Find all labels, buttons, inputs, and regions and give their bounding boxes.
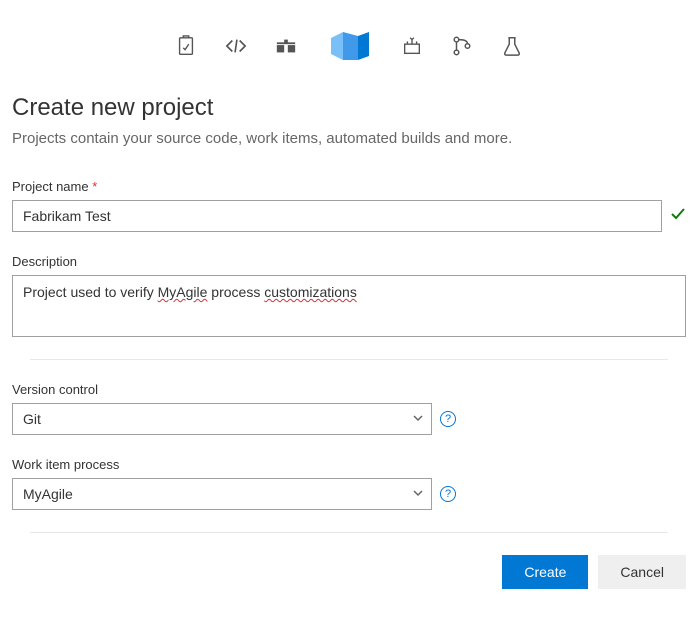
checkmark-icon [670, 206, 686, 227]
work-item-process-select[interactable] [12, 478, 432, 510]
project-name-label: Project name * [12, 179, 686, 194]
repos-icon[interactable] [451, 35, 473, 57]
description-label: Description [12, 254, 686, 269]
page-title: Create new project [12, 94, 686, 122]
divider [30, 532, 668, 533]
test-plans-icon[interactable] [501, 35, 523, 57]
project-name-field-group: Project name * [12, 179, 686, 232]
version-control-label: Version control [12, 382, 686, 397]
code-icon[interactable] [225, 35, 247, 57]
build-icon[interactable] [401, 35, 423, 57]
dashboard-icon[interactable] [175, 35, 197, 57]
description-field-group: Description Project used to verify MyAgi… [12, 254, 686, 337]
divider [30, 359, 668, 360]
version-control-select[interactable] [12, 403, 432, 435]
devops-logo-icon[interactable] [325, 22, 373, 70]
project-name-input[interactable] [12, 200, 662, 232]
description-input[interactable]: Project used to verify MyAgile process c… [12, 275, 686, 337]
help-icon[interactable]: ? [440, 486, 456, 502]
work-item-process-field-group: Work item process ? [12, 457, 686, 510]
required-marker: * [92, 179, 97, 194]
icon-nav-bar [12, 0, 686, 82]
page-subtitle: Projects contain your source code, work … [12, 130, 686, 147]
work-items-icon[interactable] [275, 35, 297, 57]
help-icon[interactable]: ? [440, 411, 456, 427]
create-button[interactable]: Create [502, 555, 588, 589]
cancel-button[interactable]: Cancel [598, 555, 686, 589]
work-item-process-label: Work item process [12, 457, 686, 472]
version-control-field-group: Version control ? [12, 382, 686, 435]
button-row: Create Cancel [12, 555, 686, 589]
